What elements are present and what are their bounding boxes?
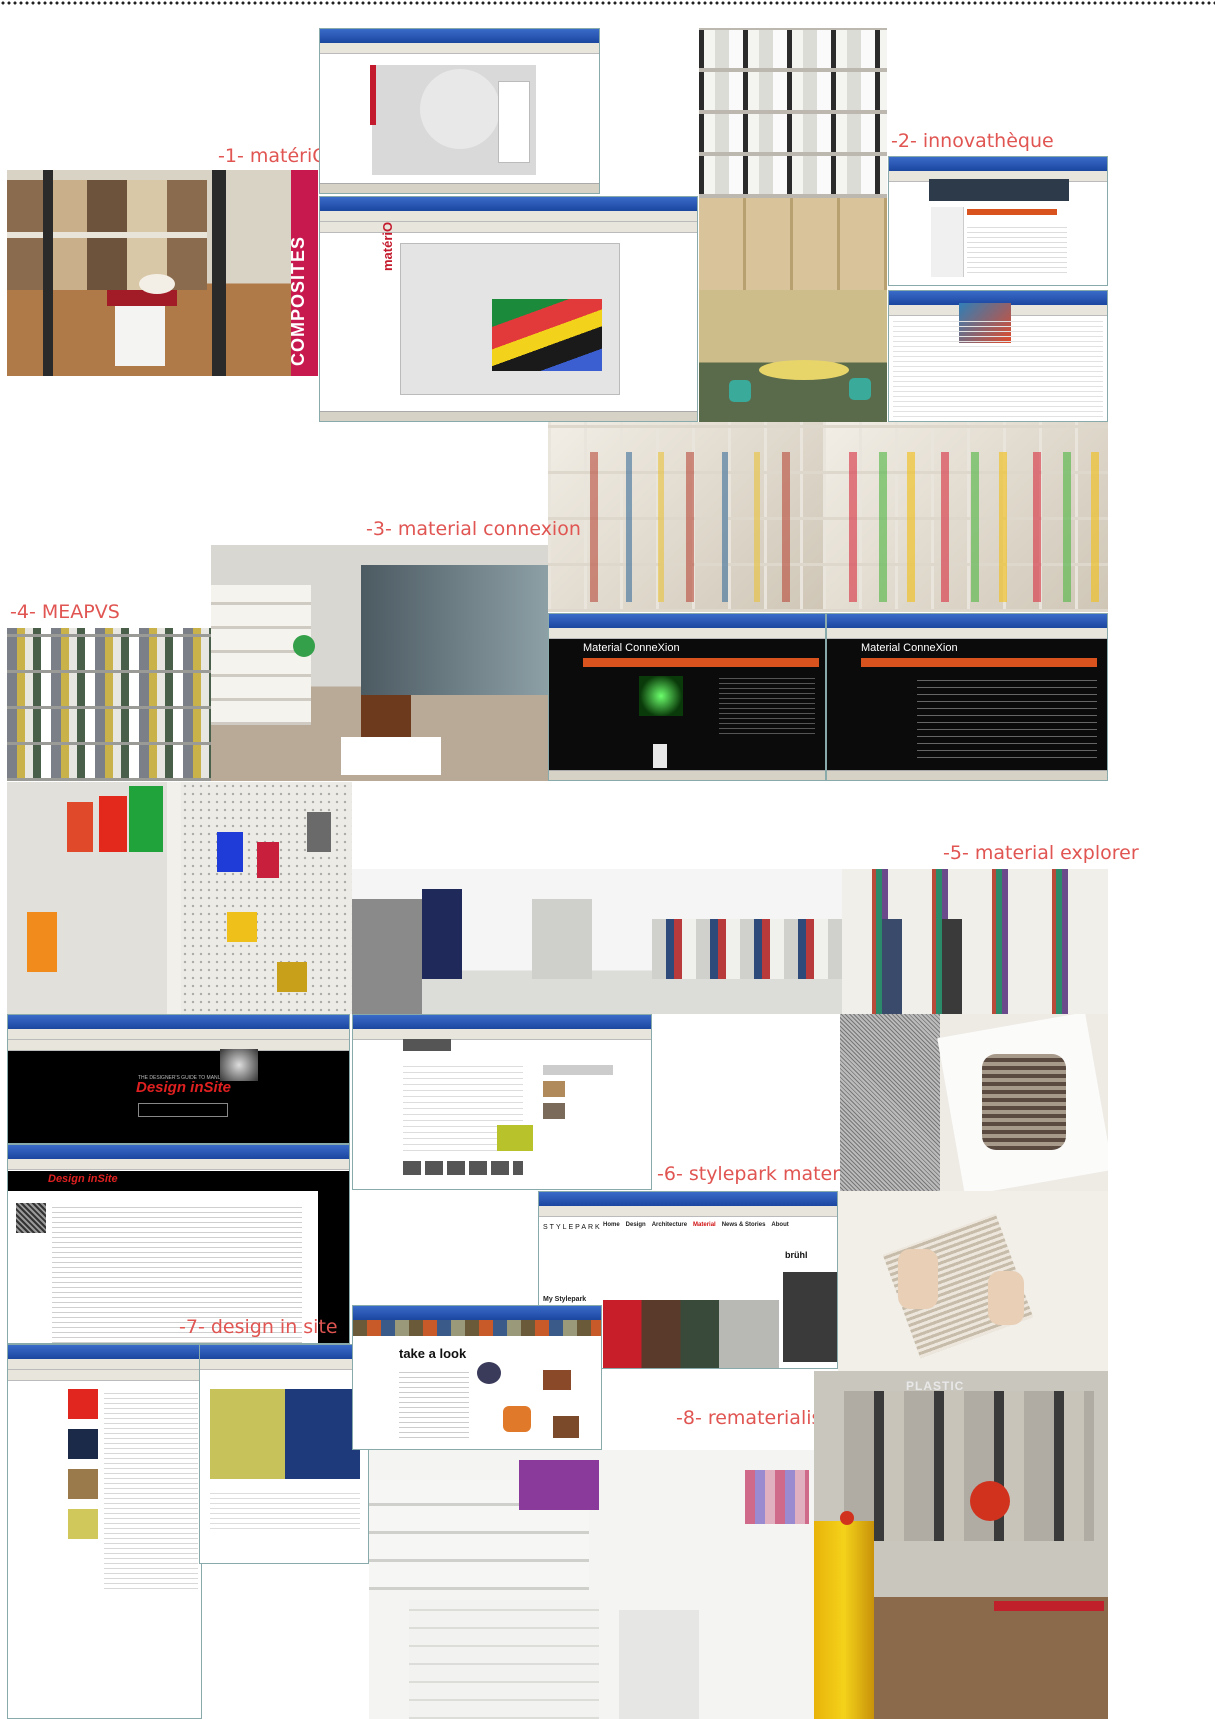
stylepark-logo: STYLEPARK [543,1224,602,1231]
rematerialise-heading: take a look [399,1346,467,1361]
rematerialise-browser-screenshot: take a look [352,1305,602,1450]
design-insite-browser-screenshot-2: Design inSite [7,1144,350,1344]
stylepark-nav-news[interactable]: News & Stories [722,1222,766,1228]
material-connexion-logo: Material ConneXion [583,642,680,654]
material-connexion-library-photo-1 [548,422,823,612]
stylepark-nav-home[interactable]: Home [603,1222,620,1228]
stylepark-nav-design[interactable]: Design [626,1222,646,1228]
innovatheque-reading-room-photo [699,290,887,422]
stylepark-nav: Home Design Architecture Material News &… [603,1222,789,1228]
rematerialise-plastic-display-photo: PLASTIC [814,1371,1108,1719]
materio-logo: matériO [380,221,395,271]
material-connexion-browser-screenshot-2: Material ConneXion [826,613,1108,781]
label-innovatheque: -2- innovathèque [891,130,1054,152]
design-insite-browser-screenshot-3 [7,1344,202,1719]
innovatheque-shelves-photo [699,28,887,290]
label-design-in-site: -7- design in site [179,1316,338,1338]
meapvs-shelves-photo [7,628,211,781]
meapvs-sample-wall-photo [7,782,352,1014]
stylepark-swatch-box-photo [838,1191,1108,1371]
innovatheque-browser-screenshot-1 [888,156,1108,286]
innovatheque-browser-screenshot-2 [888,290,1108,422]
stylepark-nav-material[interactable]: Material [693,1222,716,1228]
bruhl-logo: brühl [785,1250,808,1260]
material-connexion-logo-2: Material ConneXion [861,642,958,654]
label-material-connexion: -3- material connexion [366,518,581,540]
my-stylepark-label: My Stylepark [543,1296,587,1303]
material-explorer-visitors-photo [842,869,1108,1014]
materio-sample-image [492,299,602,371]
design-insite-browser-screenshot-4 [199,1344,369,1564]
materio-browser-screenshot-1 [319,28,600,194]
label-materio: -1- matériO [218,145,328,167]
materio-browser-screenshot-2: matériO [319,196,698,422]
label-material-explorer: -5- material explorer [943,842,1139,864]
stylepark-browser-screenshot-1 [352,1014,652,1190]
design-insite-title-2: Design inSite [48,1173,118,1185]
stylepark-samples-photo [840,1014,1108,1192]
stylepark-nav-about[interactable]: About [771,1222,788,1228]
material-connexion-library-photo-2 [823,422,1108,612]
material-connexion-browser-screenshot-1: Material ConneXion [548,613,826,781]
composites-text: COMPOSITES [288,235,308,366]
rematerialise-space-photo [369,1450,814,1719]
stylepark-nav-architecture[interactable]: Architecture [652,1222,687,1228]
design-insite-browser-screenshot-1: THE DESIGNER'S GUIDE TO MANUFACTURING De… [7,1014,350,1144]
meapvs-showroom-photo [211,545,548,781]
material-explorer-space-photo [352,869,842,1014]
design-insite-title: Design inSite [136,1079,232,1096]
materio-showroom-photo: COMPOSITES [7,170,318,376]
label-rematerialise: -8- rematerialise [676,1407,834,1429]
dotted-top-border [0,0,1215,6]
label-meapvs: -4- MEAPVS [10,601,120,623]
